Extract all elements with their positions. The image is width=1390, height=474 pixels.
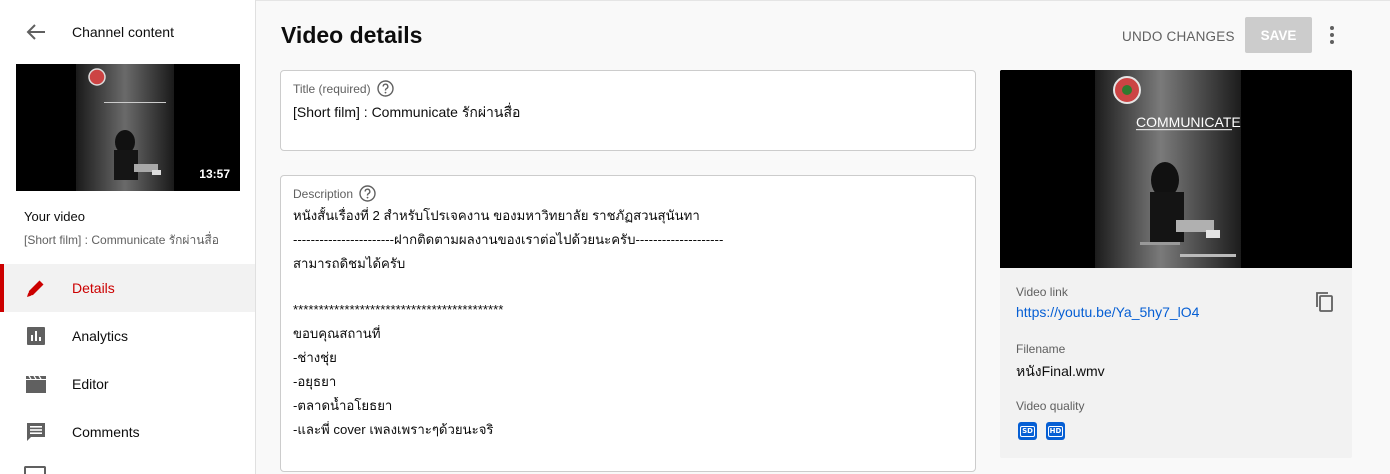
description-line: หนังสั้นเรื่องที่ 2 สำหรับโปรเจคงาน ของม… [293, 208, 700, 223]
analytics-icon [24, 324, 48, 348]
description-line: -ช่างชุ่ย [293, 350, 337, 365]
video-thumbnail[interactable]: 13:57 [16, 64, 240, 191]
description-line: -อยุธยา [293, 374, 337, 389]
title-field-label: Title (required) [293, 81, 371, 96]
video-preview-image: COMMUNICATE [1000, 70, 1352, 268]
video-link-label: Video link [1016, 285, 1068, 299]
sidebar: Channel content 13:57 Your video [Short … [0, 0, 256, 474]
filename-value: หนังFinal.wmv [1016, 363, 1105, 379]
description-line: -และพี่ cover เพลงเพราะๆด้วยนะจริ [293, 422, 494, 437]
filename-label: Filename [1016, 342, 1066, 356]
video-quality-label: Video quality [1016, 399, 1085, 413]
studio-app: Channel content 13:57 Your video [Short … [0, 0, 1390, 474]
undo-changes-button[interactable]: UNDO CHANGES [1112, 18, 1245, 54]
title-field-label-row: Title (required) [293, 80, 394, 97]
title-input[interactable]: [Short film] : Communicate รักผ่านสื่อ [293, 102, 520, 124]
clapperboard-icon [24, 372, 48, 396]
description-line [293, 279, 963, 301]
video-info-panel: COMMUNICATE Video link https://youtu.be/… [1000, 70, 1352, 458]
description-line: ขอบคุณสถานที่ [293, 326, 381, 341]
nav-editor[interactable]: Editor [0, 360, 255, 408]
hd-badge-text: HD [1047, 425, 1064, 437]
description-line: -----------------------ฝากติดตามผลงานของ… [293, 232, 724, 247]
save-button[interactable]: SAVE [1245, 17, 1312, 53]
video-preview-player[interactable]: COMMUNICATE [1000, 70, 1352, 268]
description-input[interactable]: หนังสั้นเรื่องที่ 2 สำหรับโปรเจคงาน ของม… [293, 207, 963, 445]
sd-quality-badge: SD [1018, 422, 1037, 440]
description-line: สามารถดิชมได้ครับ [293, 256, 406, 271]
pencil-icon [24, 276, 48, 300]
description-line: -ตลาดน้ำอโยธยา [293, 398, 393, 413]
page-title: Video details [281, 22, 423, 48]
your-video-label: Your video [24, 209, 85, 224]
hd-quality-badge: HD [1046, 422, 1065, 440]
help-icon[interactable] [359, 185, 376, 202]
sidebar-title: Channel content [72, 24, 174, 40]
help-icon[interactable] [376, 80, 394, 97]
description-field-label: Description [293, 186, 354, 201]
nav-details[interactable]: Details [0, 264, 255, 312]
poster-title: COMMUNICATE [1136, 114, 1241, 130]
sd-badge-text: SD [1020, 425, 1035, 437]
more-options-icon[interactable] [1320, 22, 1344, 48]
description-field[interactable]: Description หนังสั้นเรื่องที่ 2 สำหรับโป… [280, 175, 976, 472]
nav-label: Analytics [72, 328, 129, 344]
your-video-title: [Short film] : Communicate รักผ่านสื่อ [24, 233, 219, 247]
description-line: ****************************************… [293, 302, 504, 317]
copy-icon[interactable] [1312, 290, 1336, 314]
nav-label: Editor [72, 376, 109, 392]
back-arrow-icon[interactable] [22, 20, 50, 44]
nav-label: Details [72, 280, 115, 296]
comment-icon [24, 420, 48, 444]
video-duration: 13:57 [199, 167, 230, 181]
nav-next-icon[interactable] [24, 466, 46, 474]
nav-analytics[interactable]: Analytics [0, 312, 255, 360]
video-link[interactable]: https://youtu.be/Ya_5hy7_lO4 [1016, 304, 1199, 320]
nav-label: Comments [72, 424, 140, 440]
title-field[interactable]: Title (required) [Short film] : Communic… [280, 70, 976, 151]
nav-comments[interactable]: Comments [0, 408, 255, 456]
description-field-label-row: Description [293, 185, 376, 202]
